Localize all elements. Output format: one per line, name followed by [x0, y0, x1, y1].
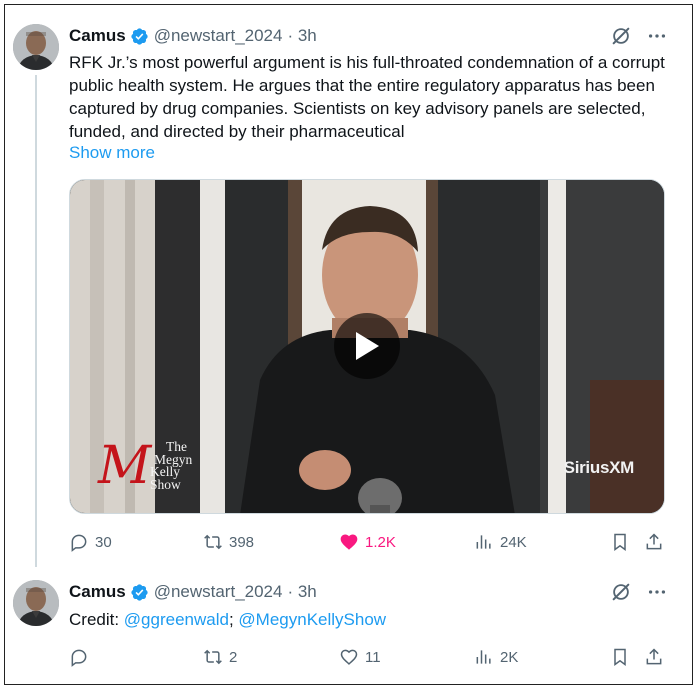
share-button[interactable]: [644, 530, 664, 554]
tweet-time[interactable]: · 3h: [287, 26, 316, 46]
tweet-text: RFK Jr.’s most powerful argument is his …: [69, 53, 665, 141]
broadcaster-logo: SiriusXM: [563, 458, 635, 477]
more-icon[interactable]: [646, 25, 668, 47]
verified-badge-icon: [131, 27, 148, 45]
like-count: 11: [365, 648, 381, 666]
author-name[interactable]: Camus: [69, 582, 126, 602]
video-player[interactable]: M The Megyn Kelly Show SiriusXM: [69, 179, 665, 514]
avatar[interactable]: [13, 580, 59, 626]
play-button[interactable]: [334, 313, 400, 379]
header-actions: [610, 25, 668, 47]
views-count: 2K: [500, 648, 519, 666]
share-icon: [646, 533, 662, 550]
share-button[interactable]: [644, 645, 664, 669]
repost-icon: [204, 534, 222, 550]
tweet-header: Camus @newstart_2024 · 3h: [69, 581, 317, 603]
reply-button[interactable]: 30: [69, 530, 112, 554]
reply-icon: [71, 534, 87, 552]
like-icon: [340, 649, 358, 665]
views-icon: [476, 535, 491, 549]
views-button[interactable]: 2K: [474, 645, 518, 669]
timeline-frame: Camus @newstart_2024 · 3h RFK Jr.’s most…: [4, 4, 693, 685]
header-actions: [610, 581, 668, 603]
credit-label: Credit:: [69, 610, 124, 629]
mention-link[interactable]: @MegynKellyShow: [238, 610, 386, 629]
grok-icon[interactable]: [610, 581, 632, 603]
repost-count: 2: [229, 648, 238, 666]
like-button[interactable]: 1.2K: [339, 530, 396, 554]
author-handle[interactable]: @newstart_2024: [154, 26, 283, 46]
tweet-time[interactable]: · 3h: [287, 582, 316, 602]
tweet[interactable]: Camus @newstart_2024 · 3h RFK Jr.’s most…: [5, 5, 692, 567]
more-icon[interactable]: [646, 581, 668, 603]
logo-m-mark: M: [98, 436, 152, 496]
bookmark-button[interactable]: [610, 530, 630, 554]
author-handle[interactable]: @newstart_2024: [154, 582, 283, 602]
thread-connector: [35, 75, 37, 567]
reply-icon: [71, 649, 87, 667]
tweet-text: Credit: @ggreenwald; @MegynKellyShow: [69, 608, 386, 631]
mention-link[interactable]: @ggreenwald: [124, 610, 229, 629]
repost-button[interactable]: 2: [203, 645, 237, 669]
show-more-link[interactable]: Show more: [69, 143, 155, 163]
like-count: 1.2K: [365, 533, 396, 551]
views-count: 24K: [500, 533, 527, 551]
like-icon: [340, 534, 358, 550]
repost-icon: [204, 649, 222, 665]
author-name[interactable]: Camus: [69, 26, 126, 46]
grok-icon[interactable]: [610, 25, 632, 47]
repost-count: 398: [229, 533, 255, 551]
views-icon: [476, 650, 491, 664]
bookmark-button[interactable]: [610, 645, 630, 669]
reply-count: 30: [95, 533, 112, 551]
repost-button[interactable]: 398: [203, 530, 254, 554]
tweet[interactable]: Camus @newstart_2024 · 3h Credit: @ggree…: [5, 567, 692, 684]
logo-text: Show: [150, 476, 181, 492]
play-icon: [356, 332, 379, 360]
like-button[interactable]: 11: [339, 645, 381, 669]
separator: ;: [228, 610, 239, 629]
share-icon: [646, 648, 662, 665]
tweet-header: Camus @newstart_2024 · 3h: [69, 25, 317, 47]
views-button[interactable]: 24K: [474, 530, 527, 554]
bookmark-icon: [614, 648, 626, 666]
avatar[interactable]: [13, 24, 59, 70]
verified-badge-icon: [131, 583, 148, 601]
tweet-actions: 2 11 2K: [69, 645, 677, 669]
tweet-actions: 30 398 1.2K 24K: [69, 530, 677, 554]
reply-button[interactable]: [69, 645, 95, 669]
bookmark-icon: [614, 533, 626, 551]
